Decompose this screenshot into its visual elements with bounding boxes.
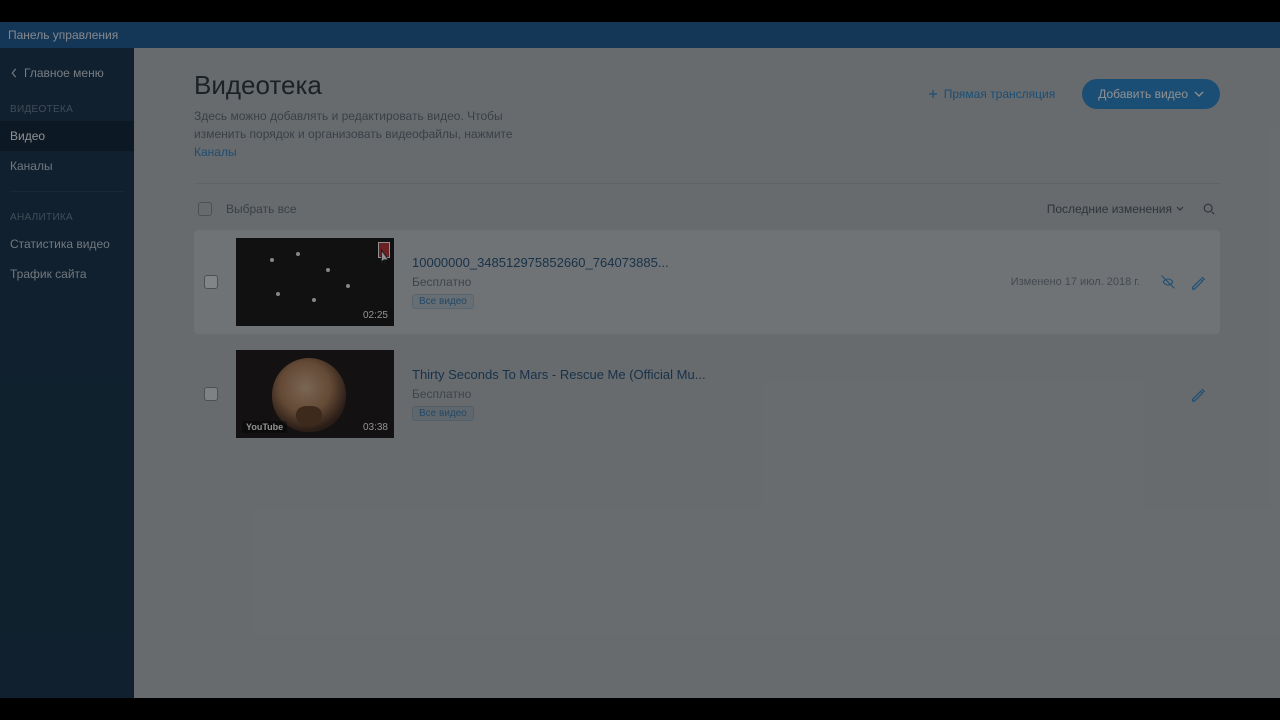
sidebar-item-label: Статистика видео [10, 237, 110, 251]
row-checkbox[interactable] [204, 387, 218, 401]
select-all-label: Выбрать все [226, 202, 297, 216]
plus-icon [928, 89, 938, 99]
sidebar-item-channels[interactable]: Каналы [0, 151, 134, 181]
video-title[interactable]: 10000000_348512975852660_764073885... [412, 255, 1210, 270]
video-tag[interactable]: Все видео [412, 406, 474, 421]
search-icon[interactable] [1202, 202, 1216, 216]
page-title: Видеотека [194, 70, 534, 101]
sidebar-item-video[interactable]: Видео [0, 121, 134, 151]
video-price: Бесплатно [412, 387, 1210, 401]
channels-link[interactable]: Каналы [194, 145, 237, 159]
sidebar-section-video: ВИДЕОТЕКА [0, 94, 134, 121]
video-duration: 02:25 [363, 310, 388, 321]
chevron-down-icon [1194, 89, 1204, 99]
page-subtitle: Здесь можно добавлять и редактировать ви… [194, 107, 534, 161]
sort-dropdown[interactable]: Последние изменения [1047, 202, 1184, 216]
video-duration: 03:38 [363, 422, 388, 433]
share-icon[interactable] [1160, 274, 1176, 290]
video-tag[interactable]: Все видео [412, 294, 474, 309]
video-row[interactable]: YouTube 03:38 Thirty Seconds To Mars - R… [194, 342, 1220, 446]
live-stream-button[interactable]: Прямая трансляция [913, 78, 1070, 110]
chevron-left-icon [10, 68, 18, 78]
button-label: Прямая трансляция [944, 87, 1055, 101]
video-row[interactable]: 02:25 10000000_348512975852660_764073885… [194, 230, 1220, 334]
youtube-badge: YouTube [242, 421, 287, 433]
sidebar-section-analytics: АНАЛИТИКА [0, 202, 134, 229]
topbar: Панель управления [0, 22, 1280, 48]
main: Видеотека Здесь можно добавлять и редакт… [134, 48, 1280, 698]
sidebar: Главное меню ВИДЕОТЕКА Видео Каналы АНАЛ… [0, 48, 134, 698]
divider [194, 183, 1220, 184]
select-all-checkbox[interactable] [198, 202, 212, 216]
sidebar-item-label: Трафик сайта [10, 267, 87, 281]
button-label: Добавить видео [1098, 87, 1188, 101]
chevron-down-icon [1176, 205, 1184, 213]
sidebar-item-traffic[interactable]: Трафик сайта [0, 259, 134, 289]
sidebar-item-stats[interactable]: Статистика видео [0, 229, 134, 259]
video-title[interactable]: Thirty Seconds To Mars - Rescue Me (Offi… [412, 367, 1210, 382]
sort-label: Последние изменения [1047, 202, 1172, 216]
edit-icon[interactable] [1190, 274, 1206, 290]
video-thumbnail[interactable]: YouTube 03:38 [236, 350, 394, 438]
video-modified: Изменено 17 июл. 2018 г. [1011, 276, 1140, 288]
sidebar-item-label: Видео [10, 129, 45, 143]
sidebar-item-label: Каналы [10, 159, 53, 173]
edit-icon[interactable] [1190, 386, 1206, 402]
video-thumbnail[interactable]: 02:25 [236, 238, 394, 326]
breadcrumb: Панель управления [8, 28, 118, 42]
divider [10, 191, 124, 192]
sidebar-back-label: Главное меню [24, 66, 104, 80]
row-checkbox[interactable] [204, 275, 218, 289]
add-video-button[interactable]: Добавить видео [1082, 79, 1220, 109]
sidebar-back[interactable]: Главное меню [0, 58, 134, 94]
